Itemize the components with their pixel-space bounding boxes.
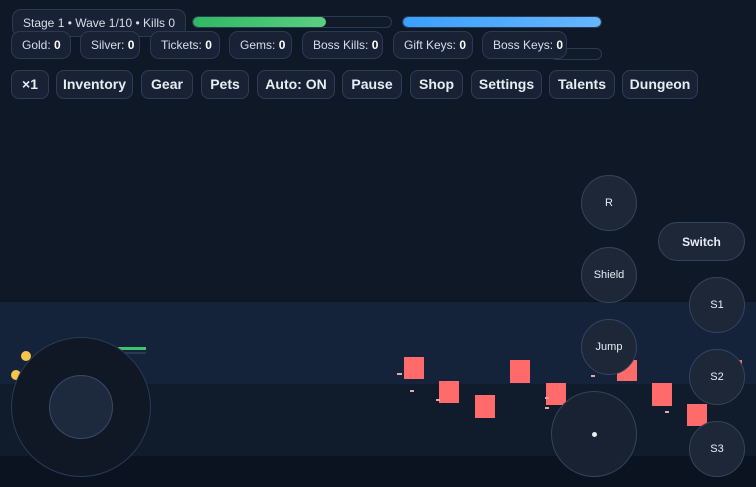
- enemy-health-tick: [591, 375, 595, 377]
- currency-value: 0: [205, 38, 212, 52]
- attack-dot-icon: [591, 431, 597, 437]
- currency-badge: Boss Kills: 0: [302, 31, 383, 59]
- r-button[interactable]: R: [581, 175, 637, 231]
- currency-value: 0: [54, 38, 61, 52]
- stage-text: Stage 1 • Wave 1/10 • Kills 0: [23, 16, 176, 30]
- currency-badge: Boss Keys: 0: [482, 31, 567, 59]
- currency-value: 0: [127, 38, 135, 52]
- currency-value: 0: [556, 38, 564, 52]
- attack-button[interactable]: [551, 391, 637, 477]
- enemy-health-tick: [436, 399, 440, 401]
- currency-label: Boss Keys:: [493, 38, 554, 52]
- enemy: [404, 357, 424, 379]
- pause-button[interactable]: Pause: [342, 70, 402, 99]
- enemy: [652, 383, 672, 406]
- shield-button[interactable]: Shield: [581, 247, 637, 303]
- talents-button[interactable]: Talents: [549, 70, 615, 99]
- currency-label: Gems:: [240, 38, 276, 52]
- currency-badge: Gems: 0: [229, 31, 292, 59]
- currency-badge: Tickets: 0: [150, 31, 220, 59]
- currency-label: Tickets:: [161, 38, 202, 52]
- shop-button[interactable]: Shop: [410, 70, 463, 99]
- settings-button[interactable]: Settings: [471, 70, 542, 99]
- enemy: [475, 395, 495, 418]
- currency-badge: Gift Keys: 0: [393, 31, 473, 59]
- skill-2-button[interactable]: S2: [689, 349, 745, 405]
- currency-label: Silver:: [91, 38, 125, 52]
- enemy-health-tick: [410, 390, 414, 392]
- health-bar-fill: [193, 17, 326, 27]
- pets-button[interactable]: Pets: [201, 70, 249, 99]
- auto-button[interactable]: Auto: ON: [257, 70, 335, 99]
- enemy: [510, 360, 530, 383]
- virtual-joystick[interactable]: [11, 337, 151, 477]
- currency-value: 0: [459, 38, 467, 52]
- inventory-button[interactable]: Inventory: [56, 70, 133, 99]
- enemy: [687, 404, 707, 426]
- mana-bar: [402, 16, 602, 28]
- gear-button[interactable]: Gear: [141, 70, 193, 99]
- skill-3-button[interactable]: S3: [689, 421, 745, 477]
- enemy-health-tick: [397, 373, 402, 375]
- currency-value: 0: [371, 38, 379, 52]
- jump-button[interactable]: Jump: [581, 319, 637, 375]
- health-bar: [192, 16, 392, 28]
- skill-1-button[interactable]: S1: [689, 277, 745, 333]
- currency-label: Gift Keys:: [404, 38, 457, 52]
- currency-label: Boss Kills:: [313, 38, 369, 52]
- joystick-thumb[interactable]: [49, 375, 113, 439]
- enemy-health-tick: [545, 407, 549, 409]
- dungeon-button[interactable]: Dungeon: [622, 70, 698, 99]
- enemy-health-tick: [545, 397, 549, 399]
- currency-badge: Silver: 0: [80, 31, 140, 59]
- enemy-health-tick: [665, 411, 669, 413]
- currency-label: Gold:: [22, 38, 51, 52]
- mana-bar-fill: [403, 17, 601, 27]
- speed-button[interactable]: ×1: [11, 70, 49, 99]
- enemy: [546, 383, 566, 405]
- currency-badge: Gold: 0: [11, 31, 71, 59]
- currency-value: 0: [278, 38, 286, 52]
- switch-button[interactable]: Switch: [658, 222, 745, 261]
- enemy: [439, 381, 459, 403]
